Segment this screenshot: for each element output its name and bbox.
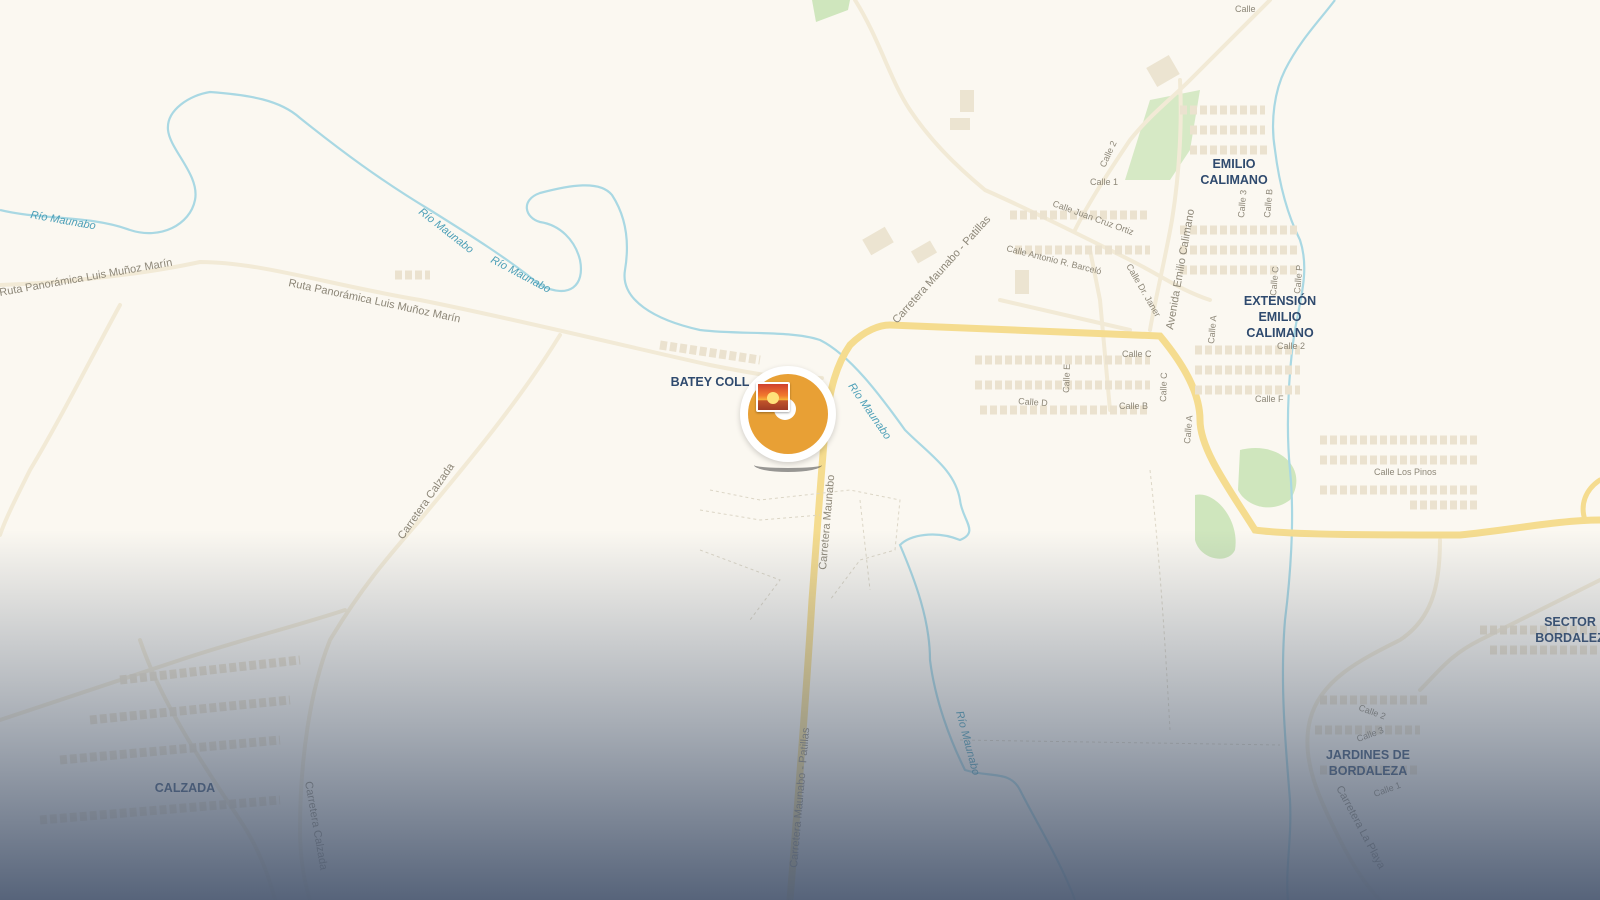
street-label: Calle C [1268,265,1281,296]
road-label: Carretera Calzada [396,460,458,541]
street-label: Calle 1 [1090,177,1118,187]
lot-line [959,739,1281,746]
street-label: Calle C [1158,372,1169,402]
street-label: Calle B [1262,188,1274,218]
place-label-batey: BATEY COLL [671,375,750,389]
river-label: Río Maunabo [489,254,553,296]
place-label-emilio-calimano-line1: EMILIO [1212,157,1255,171]
street-label: Calle A [1182,415,1194,444]
park-area [1238,448,1297,508]
road-label: Carretera Maunabo - Patillas [788,727,812,869]
lot-line [859,499,871,591]
road-label: Carretera Maunabo - Patillas [890,213,993,326]
major-road [786,321,1600,900]
street-label: Calle Los Pinos [1374,467,1437,477]
place-label-extension-line1: EXTENSIÓN [1244,293,1316,308]
park-area [1195,494,1236,559]
building-row [59,735,281,765]
river-label: Río Maunabo [846,381,894,442]
river-line [0,90,1077,900]
street-label: Calle 3 [1236,189,1248,218]
street-label: Calle D [1018,396,1049,408]
lot-line [699,549,781,621]
place-label-jardines-line1: JARDINES DE [1326,748,1410,762]
lot-line [709,489,901,601]
street-label: Calle C [1122,349,1152,359]
building-row [39,795,281,825]
street-label: Calle E [1061,364,1072,393]
river-label: Río Maunabo [416,206,475,256]
street-label: Calle B [1119,401,1148,411]
street-label: Calle F [1255,394,1284,404]
place-label-sector-line1: SECTOR [1544,615,1596,629]
place-label-jardines-line2: BORDALEZA [1329,764,1407,778]
building-block [950,118,970,130]
street-label: Calle 1 [1372,780,1402,799]
river-line [1271,0,1336,900]
street-label: Calle [1235,4,1256,14]
place-label-extension-line2: EMILIO [1258,310,1301,324]
building-block [1015,270,1029,294]
map-canvas[interactable]: BATEY COLL EMILIO CALIMANO EXTENSIÓN EMI… [0,0,1600,900]
road-label: Ruta Panorámica Luis Muñoz Marín [0,257,173,299]
street-label: Calle 2 [1357,702,1387,721]
minor-road [0,303,122,537]
photo-location-marker[interactable] [740,366,836,476]
major-road [1580,477,1600,523]
place-label-extension-line3: CALIMANO [1246,326,1314,340]
place-label-calzada: CALZADA [155,781,215,795]
building-row [89,695,291,725]
street-label: Calle A [1206,315,1218,344]
building-block [910,240,938,264]
lot-line [1149,469,1171,731]
river-label: Río Maunabo [953,710,982,777]
place-label-sector-line2: BORDALEZ [1535,631,1600,645]
minor-road [297,333,562,900]
sunset-photo-icon [756,382,790,412]
place-label-emilio-calimano-line2: CALIMANO [1200,173,1268,187]
lot-line [699,509,821,521]
park-area [812,0,850,22]
road-label: Carretera Calzada [302,780,330,871]
building-block [960,90,974,112]
river-label: Río Maunabo [29,209,96,232]
building-block [862,226,894,256]
building-block [1146,54,1180,88]
street-label: Calle 2 [1277,341,1305,351]
minor-road [998,298,1132,332]
